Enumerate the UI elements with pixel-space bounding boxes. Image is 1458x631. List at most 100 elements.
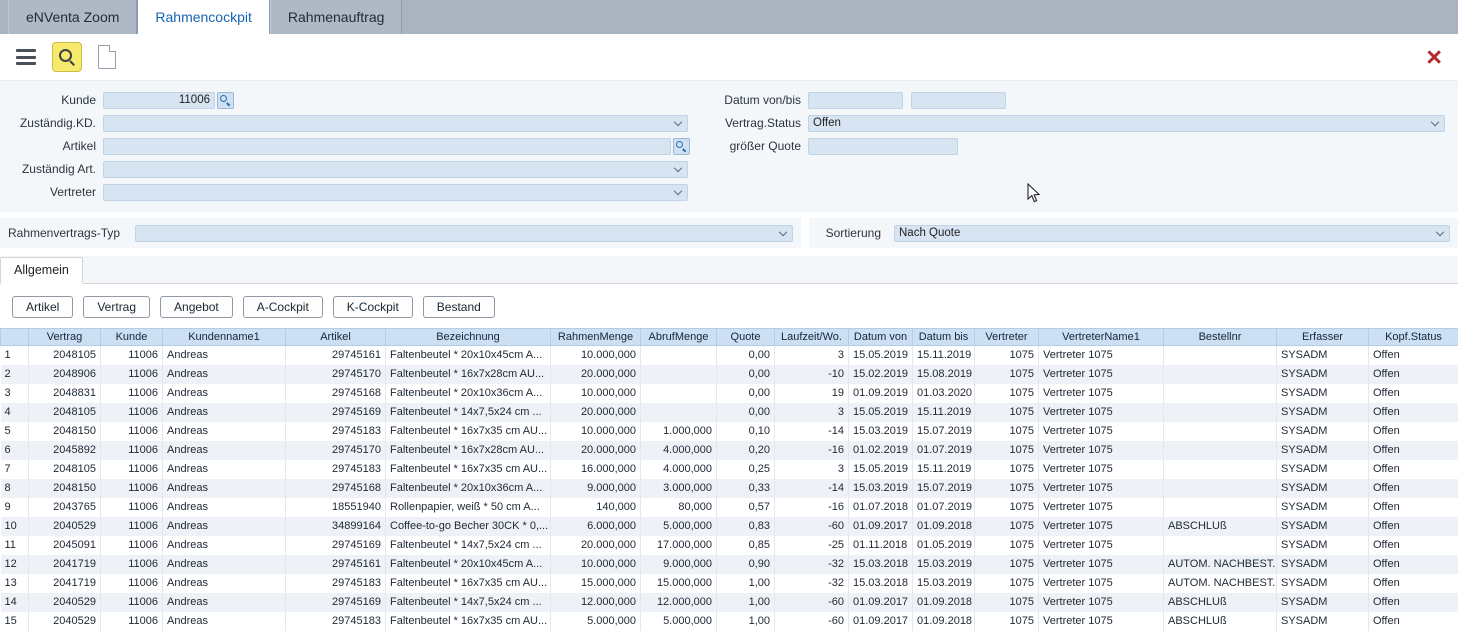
column-header-kundenname1[interactable]: Kundenname1: [163, 329, 286, 346]
table-cell: 1075: [975, 593, 1039, 612]
table-cell: 4.000,000: [641, 441, 717, 460]
table-row[interactable]: 10204052911006Andreas34899164Coffee-to-g…: [1, 517, 1458, 536]
action-button-bestand[interactable]: Bestand: [423, 296, 495, 318]
table-cell: 29745170: [286, 365, 386, 384]
table-cell: 15.03.2019: [913, 555, 975, 574]
datum-von-input[interactable]: [808, 92, 903, 109]
datum-bis-input[interactable]: [911, 92, 1006, 109]
table-cell: 01.02.2019: [849, 441, 913, 460]
rahmenvertrags-typ-select[interactable]: [135, 225, 793, 242]
table-cell: Andreas: [163, 536, 286, 555]
table-cell: 11006: [101, 384, 163, 403]
zustaendig-kd-select[interactable]: [103, 115, 688, 132]
action-button-artikel[interactable]: Artikel: [12, 296, 73, 318]
column-header-rahmenmenge[interactable]: RahmenMenge: [551, 329, 641, 346]
table-cell: Andreas: [163, 555, 286, 574]
table-cell: SYSADM: [1277, 384, 1369, 403]
table-cell: 01.03.2020: [913, 384, 975, 403]
close-button[interactable]: ×: [1426, 44, 1442, 71]
column-header-rownum[interactable]: [1, 329, 29, 346]
table-row[interactable]: 11204509111006Andreas29745169Faltenbeute…: [1, 536, 1458, 555]
column-header-erfasser[interactable]: Erfasser: [1277, 329, 1369, 346]
table-cell: [641, 346, 717, 365]
action-button-a-cockpit[interactable]: A-Cockpit: [243, 296, 323, 318]
sortierung-select[interactable]: Nach Quote: [894, 225, 1450, 242]
new-document-button[interactable]: [98, 45, 116, 69]
table-cell: SYSADM: [1277, 403, 1369, 422]
column-header-vertretername1[interactable]: VertreterName1: [1039, 329, 1164, 346]
table-cell: 1075: [975, 365, 1039, 384]
table-cell: 01.09.2017: [849, 612, 913, 631]
table-row[interactable]: 14204052911006Andreas29745169Faltenbeute…: [1, 593, 1458, 612]
table-row[interactable]: 2204890611006Andreas29745170Faltenbeutel…: [1, 365, 1458, 384]
table-cell: 3.000,000: [641, 479, 717, 498]
column-header-kopf-status[interactable]: Kopf.Status: [1369, 329, 1458, 346]
table-cell: SYSADM: [1277, 517, 1369, 536]
kunde-input[interactable]: [103, 92, 215, 109]
groesser-quote-input[interactable]: [808, 138, 958, 155]
table-cell: 17.000,000: [641, 536, 717, 555]
select-value: Nach Quote: [899, 227, 960, 239]
column-header-quote[interactable]: Quote: [717, 329, 775, 346]
column-header-abrufmenge[interactable]: AbrufMenge: [641, 329, 717, 346]
column-header-vertrag[interactable]: Vertrag: [29, 329, 101, 346]
action-button-k-cockpit[interactable]: K-Cockpit: [333, 296, 413, 318]
table-cell: 01.09.2018: [913, 593, 975, 612]
toolbar-search-button[interactable]: [52, 42, 82, 72]
kunde-search-button[interactable]: [217, 92, 234, 109]
column-header-kunde[interactable]: Kunde: [101, 329, 163, 346]
table-cell: Faltenbeutel * 14x7,5x24 cm ...: [386, 593, 551, 612]
table-cell: 8: [1, 479, 29, 498]
artikel-input[interactable]: [103, 138, 671, 155]
menu-button[interactable]: [16, 46, 36, 69]
table-cell: [1164, 384, 1277, 403]
table-cell: 2048150: [29, 479, 101, 498]
tab-allgemein[interactable]: Allgemein: [0, 257, 83, 284]
table-cell: Offen: [1369, 479, 1458, 498]
column-header-datum-bis[interactable]: Datum bis: [913, 329, 975, 346]
table-cell: 11006: [101, 498, 163, 517]
table-cell: Offen: [1369, 346, 1458, 365]
table-cell: Andreas: [163, 517, 286, 536]
vertreter-select[interactable]: [103, 184, 688, 201]
table-cell: 15.05.2019: [849, 460, 913, 479]
table-cell: Offen: [1369, 612, 1458, 631]
zustaendig-art-select[interactable]: [103, 161, 688, 178]
column-header-vertreter[interactable]: Vertreter: [975, 329, 1039, 346]
table-cell: 2048105: [29, 346, 101, 365]
column-header-laufzeit-wo[interactable]: Laufzeit/Wo.: [775, 329, 849, 346]
artikel-search-button[interactable]: [673, 138, 690, 155]
table-row[interactable]: 13204171911006Andreas29745183Faltenbeute…: [1, 574, 1458, 593]
table-cell: 19: [775, 384, 849, 403]
column-header-bezeichnung[interactable]: Bezeichnung: [386, 329, 551, 346]
table-cell: -32: [775, 574, 849, 593]
table-row[interactable]: 6204589211006Andreas29745170Faltenbeutel…: [1, 441, 1458, 460]
table-cell: 0,00: [717, 346, 775, 365]
window-tab-rahmencockpit[interactable]: Rahmencockpit: [137, 0, 270, 34]
sortierung-label: Sortierung: [826, 226, 888, 240]
window-tab-enventa-zoom[interactable]: eNVenta Zoom: [8, 0, 137, 34]
table-cell: 1075: [975, 384, 1039, 403]
table-row[interactable]: 8204815011006Andreas29745168Faltenbeutel…: [1, 479, 1458, 498]
table-row[interactable]: 1204810511006Andreas29745161Faltenbeutel…: [1, 346, 1458, 365]
window-tab-rahmenauftrag[interactable]: Rahmenauftrag: [270, 0, 403, 34]
table-row[interactable]: 12204171911006Andreas29745161Faltenbeute…: [1, 555, 1458, 574]
table-row[interactable]: 7204810511006Andreas29745183Faltenbeutel…: [1, 460, 1458, 479]
action-button-vertrag[interactable]: Vertrag: [83, 296, 150, 318]
vertrag-status-select[interactable]: Offen: [808, 115, 1445, 132]
table-row[interactable]: 5204815011006Andreas29745183Faltenbeutel…: [1, 422, 1458, 441]
table-row[interactable]: 4204810511006Andreas29745169Faltenbeutel…: [1, 403, 1458, 422]
column-header-artikel[interactable]: Artikel: [286, 329, 386, 346]
table-cell: 1075: [975, 479, 1039, 498]
table-cell: Offen: [1369, 574, 1458, 593]
table-row[interactable]: 9204376511006Andreas18551940Rollenpapier…: [1, 498, 1458, 517]
table-cell: Faltenbeutel * 16x7x35 cm AU...: [386, 612, 551, 631]
table-cell: 29745183: [286, 460, 386, 479]
filter-column-right: Datum von/bis Vertrag.Status Offen größe…: [720, 91, 1450, 206]
table-row[interactable]: 15204052911006Andreas29745183Faltenbeute…: [1, 612, 1458, 631]
action-button-angebot[interactable]: Angebot: [160, 296, 233, 318]
column-header-datum-von[interactable]: Datum von: [849, 329, 913, 346]
column-header-bestellnr[interactable]: Bestellnr: [1164, 329, 1277, 346]
table-row[interactable]: 3204883111006Andreas29745168Faltenbeutel…: [1, 384, 1458, 403]
table-cell: 29745169: [286, 593, 386, 612]
